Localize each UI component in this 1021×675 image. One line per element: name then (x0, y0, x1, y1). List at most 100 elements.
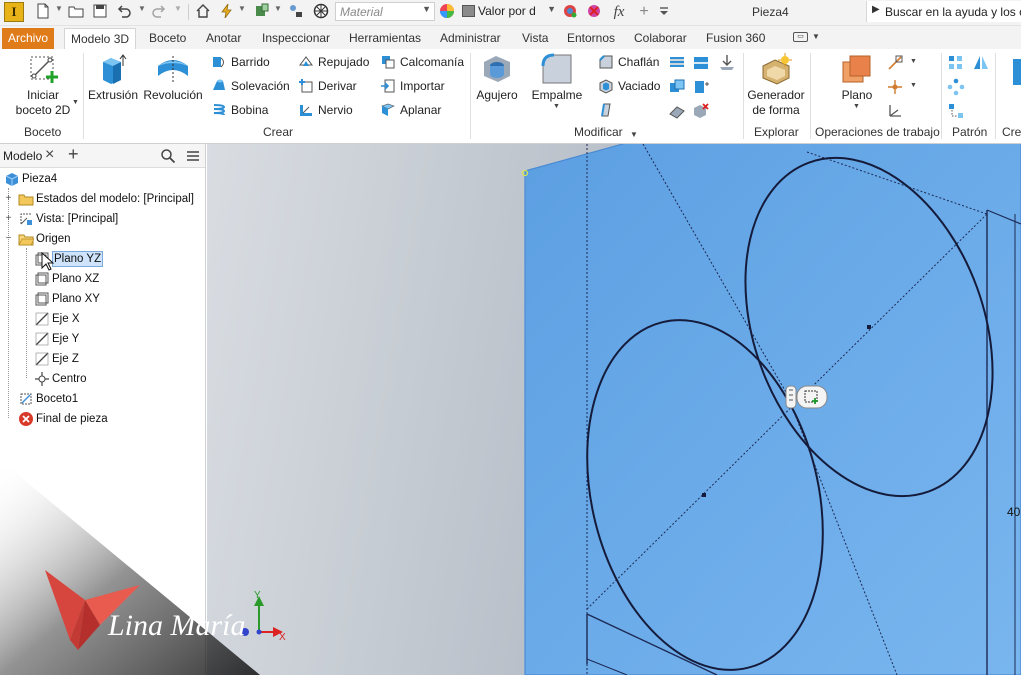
derive-button[interactable]: Derivar (298, 77, 357, 95)
viewport-canvas[interactable]: 40 Y X (207, 144, 1021, 675)
rib-button[interactable]: Nervio (298, 101, 353, 119)
panel-title-patron[interactable]: Patrón (952, 125, 987, 139)
freeform-box-icon[interactable] (1012, 57, 1021, 89)
update-lightning-icon[interactable] (218, 3, 236, 21)
color-wheel-icon[interactable] (438, 3, 456, 21)
close-icon[interactable]: × (45, 146, 54, 164)
erase-icon[interactable] (668, 102, 686, 120)
panel-title-crear[interactable]: Crear (263, 125, 293, 139)
browser-tab-model[interactable]: Modelo (3, 149, 42, 163)
select-filter-icon[interactable] (253, 3, 271, 21)
start-sketch-dropdown-icon[interactable]: ▼ (72, 99, 79, 106)
hole-button[interactable]: Agujero (474, 52, 520, 103)
hamburger-menu-icon[interactable] (185, 148, 201, 164)
open-folder-icon[interactable] (67, 3, 85, 21)
start-2d-sketch-button[interactable]: Iniciar boceto 2D (12, 52, 74, 118)
tab-administrar[interactable]: Administrar (434, 28, 507, 49)
new-file-dropdown-icon[interactable]: ▼ (55, 4, 63, 13)
shell-button[interactable]: Vaciado (598, 77, 660, 95)
tab-entornos[interactable]: Entornos (561, 28, 621, 49)
ucs-icon[interactable] (886, 102, 904, 120)
panel-title-explorar[interactable]: Explorar (754, 125, 799, 139)
panel-title-modificar[interactable]: Modificar (574, 125, 623, 139)
delete-face-icon[interactable] (692, 102, 710, 120)
chamfer-button[interactable]: Chaflán (598, 53, 659, 71)
tab-colaborar[interactable]: Colaborar (628, 28, 693, 49)
dimension-text[interactable]: 40 (1007, 505, 1021, 519)
mirror-icon[interactable] (972, 54, 990, 72)
appearance-select[interactable]: Valor por d ▼ (460, 2, 557, 21)
work-axis-dropdown-icon[interactable]: ▼ (910, 58, 917, 65)
undo-dropdown-icon[interactable]: ▼ (138, 4, 146, 13)
material-select[interactable]: Material ▼ (335, 2, 435, 21)
work-axis-icon[interactable] (886, 54, 904, 72)
save-icon[interactable] (91, 3, 109, 21)
plane-dropdown-icon[interactable]: ▼ (853, 103, 860, 110)
sketch-pattern-icon[interactable] (947, 102, 965, 120)
tangent-constraint-glyph[interactable] (785, 385, 828, 409)
ribbon-display-dropdown-icon[interactable]: ▼ (812, 32, 820, 41)
combine-icon[interactable] (668, 78, 686, 96)
rectangular-pattern-icon[interactable] (947, 54, 965, 72)
new-file-icon[interactable] (34, 3, 52, 21)
redo-icon[interactable] (150, 3, 168, 21)
home-icon[interactable] (194, 3, 212, 21)
clear-appearance-icon[interactable] (585, 3, 603, 21)
tab-boceto[interactable]: Boceto (143, 28, 192, 49)
extrude-button[interactable]: Extrusión (88, 52, 138, 103)
thicken-icon[interactable] (692, 78, 710, 96)
search-icon[interactable] (160, 148, 176, 164)
add-browser-tab-icon[interactable]: + (68, 144, 79, 165)
work-point-icon[interactable] (886, 78, 904, 96)
panel-title-crear-freeform[interactable]: Cre (1002, 125, 1021, 139)
ribbon-display-toggle-icon[interactable]: ▭ (793, 32, 808, 42)
tab-modelo-3d[interactable]: Modelo 3D (64, 28, 137, 49)
fillet-button[interactable]: Empalme (530, 52, 584, 103)
direct-edit-icon[interactable] (718, 54, 736, 72)
appearance-sphere-icon[interactable] (312, 3, 330, 21)
add-plus-icon[interactable]: + (635, 3, 653, 21)
work-point-dropdown-icon[interactable]: ▼ (910, 82, 917, 89)
shape-generator-button[interactable]: Generador de forma (746, 52, 806, 118)
ellipse-center-point[interactable] (867, 325, 871, 329)
app-logo[interactable]: I (4, 2, 24, 22)
help-search-input[interactable]: ▶ Buscar en la ayuda y los c (866, 1, 1021, 22)
tab-vista[interactable]: Vista (516, 28, 554, 49)
fillet-dropdown-icon[interactable]: ▼ (553, 103, 560, 110)
redo-dropdown-icon[interactable]: ▼ (174, 4, 182, 13)
unwrap-button[interactable]: Aplanar (380, 101, 441, 119)
loft-button[interactable]: Solevación (211, 77, 290, 95)
modificar-dropdown-icon[interactable]: ▼ (630, 130, 638, 139)
undo-icon[interactable] (115, 3, 133, 21)
revolve-button[interactable]: Revolución (142, 52, 204, 103)
tab-anotar[interactable]: Anotar (200, 28, 247, 49)
collapse-minus-icon[interactable]: − (4, 234, 13, 244)
graphics-viewport[interactable]: 40 Y X (207, 144, 1021, 675)
measure-icon[interactable] (287, 3, 305, 21)
import-button[interactable]: Importar (380, 77, 445, 95)
emboss-button[interactable]: Repujado (298, 53, 369, 71)
expand-plus-icon[interactable]: + (4, 194, 13, 204)
adjust-appearance-icon[interactable] (561, 3, 579, 21)
tab-fusion-360[interactable]: Fusion 360 (700, 28, 771, 49)
panel-title-work-features[interactable]: Operaciones de trabajo (815, 125, 940, 139)
decal-button[interactable]: Calcomanía (380, 53, 464, 71)
tab-archivo[interactable]: Archivo (2, 28, 55, 49)
panel-title-boceto[interactable]: Boceto (24, 125, 61, 139)
sweep-button[interactable]: Barrido (211, 53, 270, 71)
thread-icon[interactable] (668, 54, 686, 72)
expand-plus-icon[interactable]: + (4, 214, 13, 224)
coil-button[interactable]: Bobina (211, 101, 268, 119)
draft-icon[interactable] (598, 102, 616, 120)
tab-inspeccionar[interactable]: Inspeccionar (256, 28, 336, 49)
plane-button[interactable]: Plano (834, 52, 880, 103)
parameters-fx-icon[interactable]: fx (610, 3, 628, 21)
customize-toolbar-icon[interactable] (655, 3, 673, 21)
tab-herramientas[interactable]: Herramientas (343, 28, 427, 49)
circular-pattern-icon[interactable] (947, 78, 965, 96)
split-icon[interactable] (692, 54, 710, 72)
select-filter-dropdown-icon[interactable]: ▼ (274, 4, 282, 13)
ellipse-center-point[interactable] (702, 493, 706, 497)
yz-plane-highlight[interactable] (524, 144, 1021, 675)
update-dropdown-icon[interactable]: ▼ (238, 4, 246, 13)
